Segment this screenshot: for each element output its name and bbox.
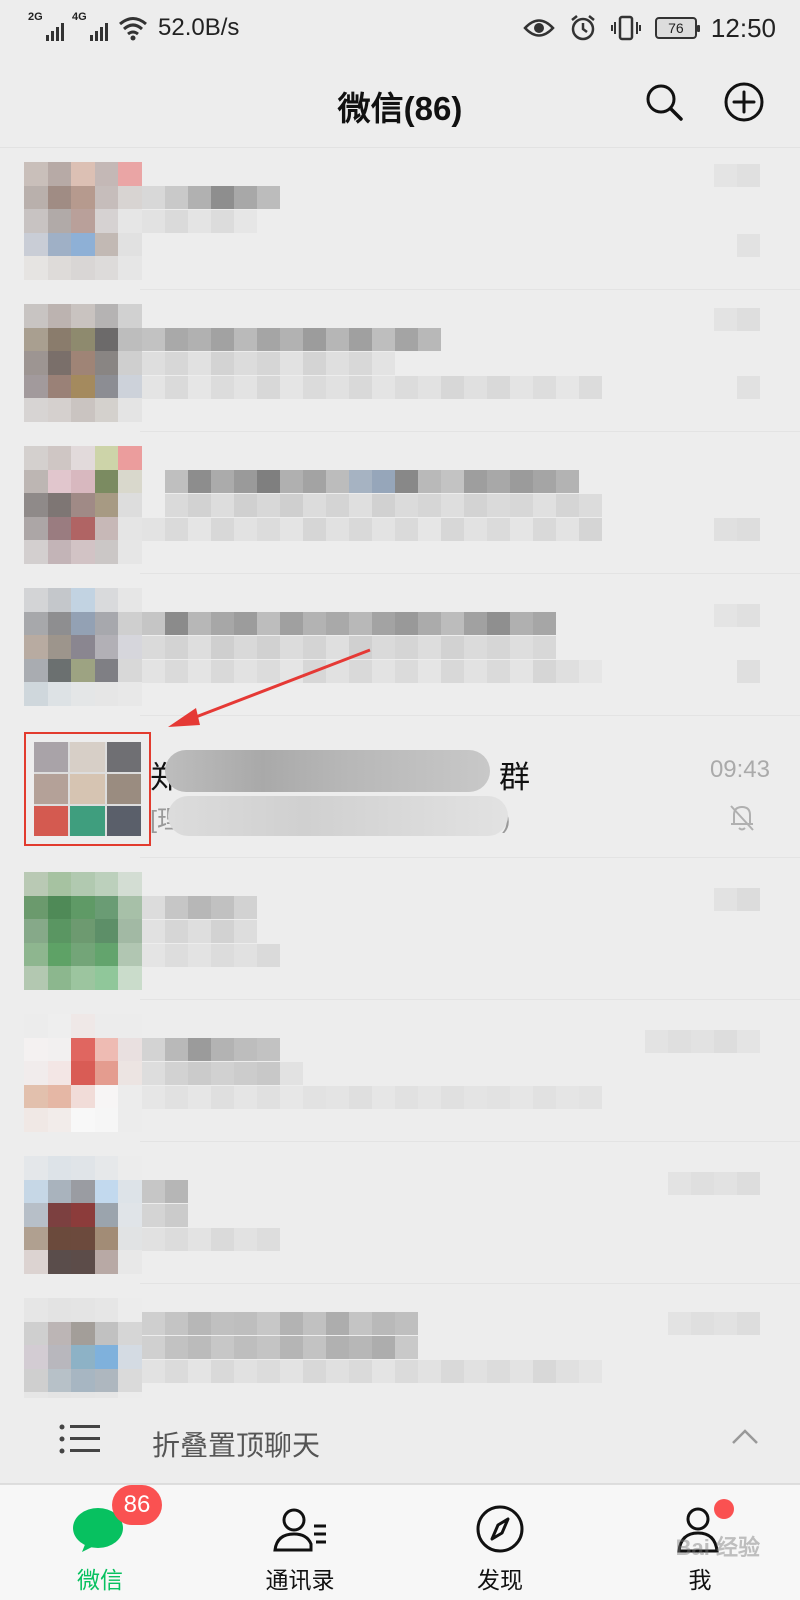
chat-preview-blur bbox=[142, 1204, 188, 1227]
chat-time-blur bbox=[714, 164, 760, 187]
group-avatar bbox=[34, 742, 141, 836]
chat-preview-blur bbox=[165, 494, 602, 517]
chat-time-blur bbox=[668, 1312, 760, 1335]
plus-circle-icon bbox=[724, 82, 764, 122]
chat-preview-blur bbox=[142, 376, 602, 399]
tab-contacts[interactable]: 通讯录 bbox=[200, 1485, 400, 1600]
chat-time: 09:43 bbox=[709, 756, 770, 783]
chat-list: 郑群 [理) 09:43 bbox=[0, 148, 800, 1398]
chat-time-blur bbox=[668, 1172, 760, 1195]
chat-preview-blur bbox=[142, 636, 556, 659]
clock: 12:50 bbox=[710, 12, 776, 43]
chat-status-blur bbox=[737, 660, 760, 683]
battery-level: 76 bbox=[668, 20, 684, 36]
unread-badge: 86 bbox=[112, 1485, 162, 1525]
avatar bbox=[24, 162, 142, 280]
tab-chats-label: 微信 bbox=[77, 1567, 123, 1593]
wifi-icon bbox=[119, 17, 147, 41]
tab-discover-label: 发现 bbox=[477, 1567, 523, 1593]
sim1-network-type: 2G bbox=[28, 11, 43, 23]
chat-preview-blur bbox=[142, 518, 602, 541]
chat-time-blur bbox=[714, 888, 760, 911]
chat-time-blur bbox=[645, 1030, 760, 1053]
chat-name-blur bbox=[165, 470, 579, 493]
collapse-pinned-bar[interactable]: 折叠置顶聊天 bbox=[0, 1398, 800, 1484]
chat-name-blur bbox=[142, 1180, 188, 1203]
muted-bell-icon bbox=[730, 805, 754, 831]
collapse-pinned-label: 折叠置顶聊天 bbox=[152, 1430, 321, 1461]
alarm-icon bbox=[571, 15, 595, 41]
avatar bbox=[24, 1156, 142, 1274]
chat-name-blur bbox=[142, 896, 257, 919]
chevron-up-icon bbox=[732, 1429, 758, 1444]
avatar bbox=[24, 446, 142, 564]
chat-time-blur bbox=[714, 308, 760, 331]
tab-contacts-label: 通讯录 bbox=[265, 1567, 335, 1593]
compass-icon bbox=[472, 1503, 528, 1555]
avatar bbox=[24, 304, 142, 422]
chat-preview-blur bbox=[142, 352, 395, 375]
tab-me-label: 我 bbox=[688, 1567, 712, 1593]
avatar bbox=[24, 1014, 142, 1132]
chat-preview-blur bbox=[168, 796, 508, 836]
chat-preview-blur bbox=[142, 1228, 280, 1251]
chat-row[interactable] bbox=[0, 148, 800, 290]
avatar bbox=[24, 1298, 142, 1398]
tab-chats[interactable]: 微信 86 bbox=[0, 1485, 200, 1600]
search-button[interactable] bbox=[640, 78, 688, 126]
chat-name-blur bbox=[142, 612, 556, 635]
sim2-network-type: 4G bbox=[72, 11, 87, 23]
chat-name-blur bbox=[142, 328, 441, 351]
chat-name-blur bbox=[142, 1312, 418, 1335]
chat-preview-blur bbox=[142, 1336, 418, 1359]
list-icon bbox=[59, 1424, 100, 1454]
chat-status-blur bbox=[714, 518, 760, 541]
chat-status-blur bbox=[737, 376, 760, 399]
tab-discover[interactable]: 发现 bbox=[400, 1485, 600, 1600]
signal-sim2-icon: 4G bbox=[72, 11, 108, 41]
chat-preview-blur bbox=[142, 1360, 602, 1383]
chat-preview-blur bbox=[142, 660, 602, 683]
network-speed: 52.0B/s bbox=[158, 14, 240, 41]
contacts-icon bbox=[272, 1503, 328, 1555]
chat-row[interactable] bbox=[0, 1284, 800, 1398]
battery-icon: 76 bbox=[654, 17, 700, 39]
chat-preview-blur bbox=[142, 1062, 303, 1085]
watermark: Bai 经验 bbox=[675, 1535, 760, 1560]
group-avatar-highlight-box bbox=[24, 732, 151, 846]
highlighted-group-chat-row[interactable]: 郑群 [理) 09:43 bbox=[0, 716, 800, 858]
signal-sim1-icon: 2G bbox=[28, 11, 64, 41]
chat-row[interactable] bbox=[0, 432, 800, 574]
app-header: 微信(86) bbox=[0, 56, 800, 148]
chat-name-blur bbox=[142, 186, 280, 209]
chat-preview-blur bbox=[142, 944, 280, 967]
vibrate-icon bbox=[610, 15, 641, 41]
chat-row[interactable] bbox=[0, 858, 800, 1000]
chat-preview-blur bbox=[142, 210, 257, 233]
chat-row[interactable] bbox=[0, 574, 800, 716]
add-button[interactable] bbox=[720, 78, 768, 126]
chat-row[interactable] bbox=[0, 290, 800, 432]
chat-time-blur bbox=[714, 604, 760, 627]
chat-row[interactable] bbox=[0, 1000, 800, 1142]
new-dot-badge bbox=[714, 1499, 734, 1519]
chat-preview-blur bbox=[142, 920, 257, 943]
status-bar: 2G 4G 52.0B/s 76 12:50 bbox=[0, 0, 800, 56]
avatar bbox=[24, 872, 142, 990]
chat-row[interactable] bbox=[0, 1142, 800, 1284]
chat-name-blur bbox=[142, 1038, 280, 1061]
chat-status-blur bbox=[737, 234, 760, 257]
chat-name-blur bbox=[165, 750, 490, 792]
chat-preview-blur bbox=[142, 1086, 602, 1109]
chat-name-suffix: 群 bbox=[499, 760, 530, 795]
avatar bbox=[24, 588, 142, 706]
eye-icon bbox=[523, 19, 555, 37]
search-icon bbox=[646, 84, 683, 121]
